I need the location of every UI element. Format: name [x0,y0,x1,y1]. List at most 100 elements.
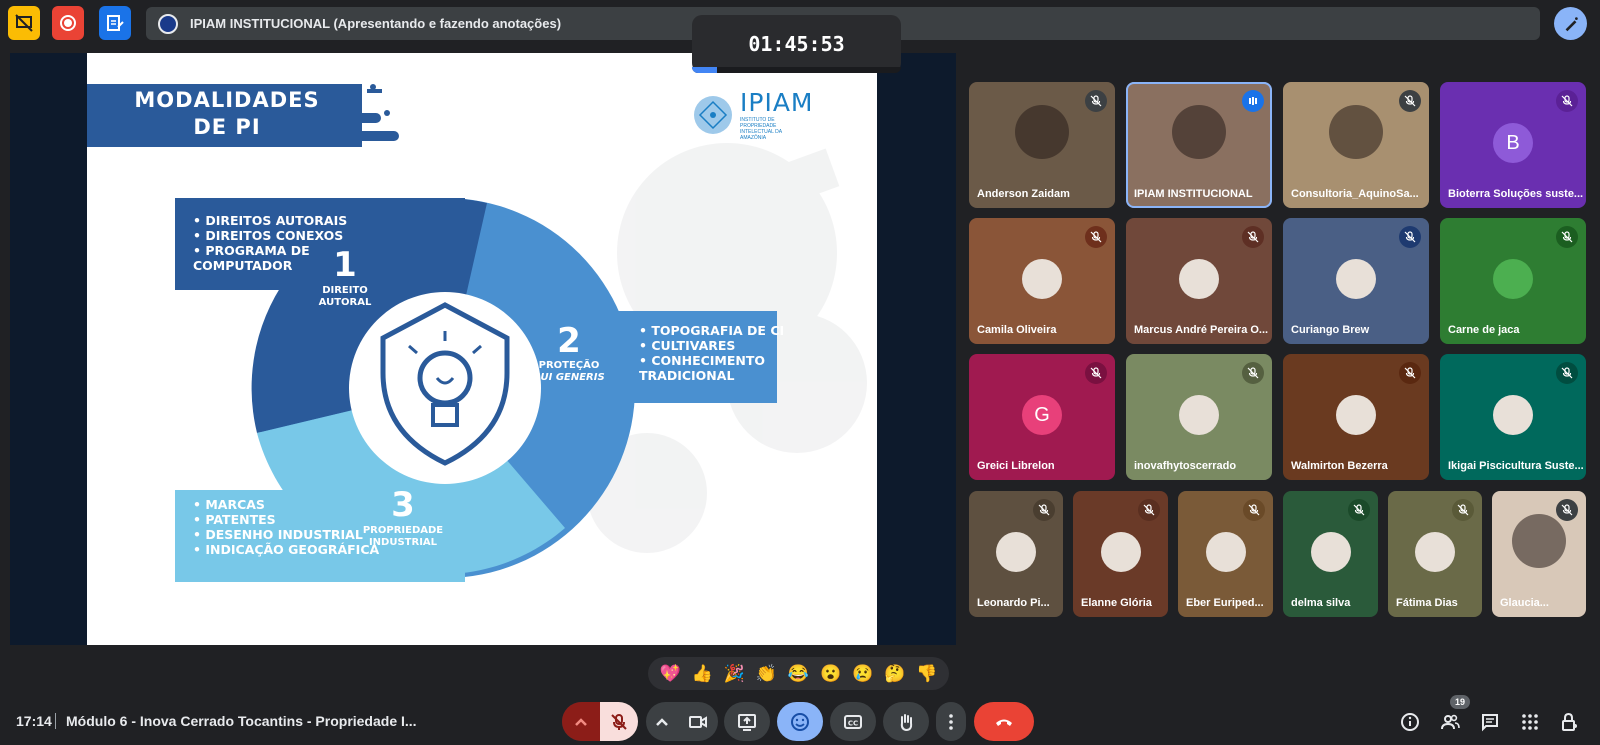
participant-tile[interactable]: Carne de jaca [1440,218,1586,344]
mic-toggle-button[interactable] [600,702,638,741]
modality-3-item: • DESENHO INDUSTRIAL [193,527,363,542]
reaction-emoji-button[interactable]: 😮 [820,664,841,684]
reaction-emoji-button[interactable]: 👎 [916,664,937,684]
annotate-button[interactable] [1554,7,1587,40]
reactions-bar: 💖 👍 🎉 👏 😂 😮 😢 🤔 👎 [648,657,949,690]
slide-title: MODALIDADES DE PI [107,87,347,141]
participant-tile[interactable]: B Bioterra Soluções suste... [1440,82,1586,208]
captions-button[interactable]: CC [830,702,876,741]
pen-icon [1565,16,1578,31]
participant-avatar [1415,532,1455,572]
closed-captions-icon: CC [844,714,862,729]
participant-avatar [1100,532,1141,572]
participant-avatar [1015,105,1069,159]
more-options-button[interactable] [936,702,966,741]
hide-self-view-button[interactable] [8,6,40,40]
participant-tile[interactable]: Ikigai Piscicultura Suste... [1440,354,1586,480]
mic-off-icon [1242,226,1264,248]
more-vert-icon [949,713,953,730]
notes-button[interactable] [99,6,131,40]
chat-button[interactable] [1478,710,1502,734]
svg-text:CC: CC [848,719,858,727]
leave-call-button[interactable] [974,702,1034,741]
meeting-info-button[interactable] [1398,710,1422,734]
participant-tile[interactable]: Elanne Glória [1073,491,1168,617]
participant-tile[interactable]: Camila Oliveira [969,218,1115,344]
modality-3-item: • PATENTES [193,512,276,527]
participant-avatar [1512,514,1566,568]
participant-tile[interactable]: Marcus André Pereira O... [1126,218,1272,344]
chevron-up-icon [575,717,587,726]
participant-tile[interactable]: G Greici Librelon [969,354,1115,480]
mic-off-icon [1452,499,1474,521]
participant-initial: B [1506,131,1520,154]
chat-icon [1482,714,1498,732]
mic-off-icon [611,713,627,730]
participant-tile[interactable]: Leonardo Pi... [969,491,1063,617]
participant-name: Eber Euriped... [1186,597,1264,609]
modality-3-item: • INDICAÇÃO GEOGRÁFICA [193,542,380,557]
participant-name: Carne de jaca [1448,324,1520,336]
mic-off-icon [1242,362,1264,384]
recording-button[interactable] [52,6,84,40]
mic-off-icon [1556,362,1578,384]
participant-avatar [1172,105,1226,159]
modality-2-items: • TOPOGRAFIA DE CI • CULTIVARES • CONHEC… [639,323,784,383]
modality-1-number: 1 [333,245,357,285]
reaction-emoji-button[interactable]: 💖 [659,664,680,684]
present-screen-icon [738,713,756,731]
participant-name: delma silva [1291,597,1351,609]
reaction-emoji-button[interactable]: 😂 [788,664,809,684]
participant-tile[interactable]: Curiango Brew [1283,218,1429,344]
participant-tile[interactable]: IPIAM INSTITUCIONAL [1126,82,1272,208]
modality-1-label-line2: AUTORAL [318,297,372,308]
participant-tile[interactable]: Eber Euriped... [1178,491,1273,617]
modality-2-number: 2 [557,321,581,361]
participant-tile[interactable]: Glaucia... [1492,491,1586,617]
participant-name: Anderson Zaidam [977,188,1070,200]
participant-avatar [1336,395,1376,435]
info-icon [1401,713,1419,731]
reaction-emoji-button[interactable]: 🎉 [724,664,745,684]
participant-avatar [1205,532,1246,572]
raise-hand-button[interactable] [883,702,929,741]
reaction-emoji-button[interactable]: 😢 [852,664,873,684]
reaction-emoji-button[interactable]: 🤔 [884,664,905,684]
audio-options-button[interactable] [562,702,600,741]
participant-tile[interactable]: Walmirton Bezerra [1283,354,1429,480]
video-options-button[interactable] [646,702,678,741]
modality-3-number: 3 [391,485,415,525]
present-button[interactable] [724,702,770,741]
participant-name: inovafhytoscerrado [1134,460,1237,472]
participant-tile[interactable]: Anderson Zaidam [969,82,1115,208]
participant-avatar [1336,259,1376,299]
reaction-emoji-button[interactable]: 👍 [692,664,713,684]
participant-tile[interactable]: Fátima Dias [1388,491,1482,617]
participant-tile[interactable]: Consultoria_AquinoSa... [1283,82,1429,208]
participant-name: Fátima Dias [1396,597,1458,609]
participant-name: Elanne Glória [1081,597,1152,609]
participant-name: Bioterra Soluções suste... [1448,188,1584,200]
mic-off-icon [1085,90,1107,112]
modality-3-label-line2: INDUSTRIAL [368,537,438,548]
mic-off-icon [1556,90,1578,112]
participant-tile[interactable]: inovafhytoscerrado [1126,354,1272,480]
mic-off-icon [1243,499,1265,521]
slide-title-line1: MODALIDADES [134,88,320,112]
host-controls-button[interactable] [1558,710,1582,734]
participant-name: IPIAM INSTITUCIONAL [1134,188,1253,200]
apps-grid-icon [1522,714,1538,730]
timer-progress-bar [692,67,901,73]
camera-toggle-button[interactable] [678,702,718,741]
logo-name: IPIAM [740,88,814,117]
modality-2-item: • TOPOGRAFIA DE CI [639,323,785,338]
participant-tile[interactable]: delma silva [1283,491,1378,617]
reaction-emoji-button[interactable]: 👏 [756,664,777,684]
modality-2-item: TRADICIONAL [639,368,735,383]
activities-button[interactable] [1518,710,1542,734]
modality-1-item: • DIREITOS CONEXOS [193,228,344,243]
reactions-button[interactable] [777,702,823,741]
people-button[interactable] [1438,710,1462,734]
meeting-title: Módulo 6 - Inova Cerrado Tocantins - Pro… [66,713,417,729]
participant-avatar [1493,259,1533,299]
